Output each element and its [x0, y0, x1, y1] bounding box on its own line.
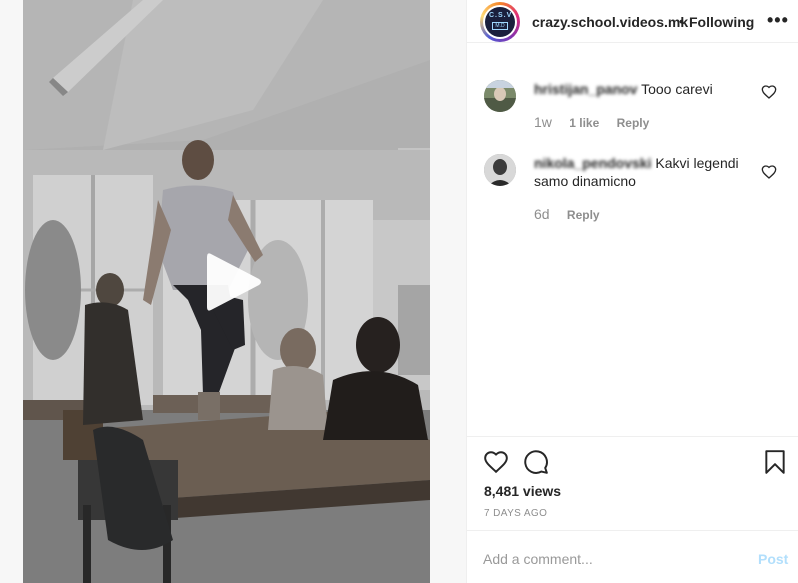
reply-button[interactable]: Reply: [617, 116, 650, 130]
comment-avatar[interactable]: [484, 80, 516, 112]
header-separator: •: [679, 13, 684, 29]
comment-input[interactable]: [483, 549, 743, 569]
avatar-logo-text: C.S.V: [489, 12, 513, 19]
comment-username[interactable]: nikola_pendovski: [534, 155, 651, 171]
media-side-left: [0, 0, 23, 583]
comment-body: nikola_pendovski Kakvi legendi samo dina…: [534, 154, 754, 190]
heart-icon[interactable]: [483, 449, 509, 475]
post-actions: 8,481 views 7 DAYS AGO: [467, 436, 798, 530]
comment-avatar-image: [484, 154, 516, 186]
avatar-frame: C.S.V M.D: [483, 5, 517, 39]
comment-heart-icon[interactable]: [761, 164, 777, 180]
comment-composer: Post: [467, 530, 798, 583]
comment-heart-icon[interactable]: [761, 84, 777, 100]
more-options-button[interactable]: •••: [767, 10, 789, 31]
comment-time[interactable]: 6d: [534, 206, 550, 222]
post-header: C.S.V M.D crazy.school.videos.mk • Follo…: [467, 0, 798, 43]
media-side-right: [430, 0, 466, 583]
comment-time[interactable]: 1w: [534, 114, 552, 130]
play-icon[interactable]: [201, 250, 265, 314]
posted-timestamp[interactable]: 7 DAYS AGO: [484, 508, 547, 519]
comment-text: Tooo carevi: [641, 81, 713, 97]
media-area: [0, 0, 466, 583]
comments-list: hristijan_panov Tooo carevi 1w 1 like Re…: [467, 43, 798, 436]
following-button[interactable]: Following: [689, 14, 754, 30]
view-count[interactable]: 8,481 views: [484, 483, 561, 499]
video-player[interactable]: [23, 0, 430, 583]
post-panel: C.S.V M.D crazy.school.videos.mk • Follo…: [466, 0, 798, 583]
reply-button[interactable]: Reply: [567, 208, 600, 222]
comment-body: hristijan_panov Tooo carevi: [534, 80, 754, 98]
comment-avatar[interactable]: [484, 154, 516, 186]
comment-avatar-image: [484, 80, 516, 112]
comment-meta: 1w 1 like Reply: [534, 114, 663, 130]
comment-likes[interactable]: 1 like: [569, 116, 599, 130]
post-comment-button[interactable]: Post: [758, 551, 788, 567]
profile-avatar[interactable]: C.S.V M.D: [480, 2, 520, 42]
avatar-logo: C.S.V M.D: [485, 7, 515, 37]
post-username[interactable]: crazy.school.videos.mk: [532, 14, 688, 30]
comment-meta: 6d Reply: [534, 206, 614, 222]
bookmark-icon[interactable]: [764, 449, 786, 475]
speech-bubble-icon[interactable]: [523, 449, 549, 475]
avatar-logo-subtext: M.D: [492, 22, 508, 30]
comment-username[interactable]: hristijan_panov: [534, 81, 637, 97]
